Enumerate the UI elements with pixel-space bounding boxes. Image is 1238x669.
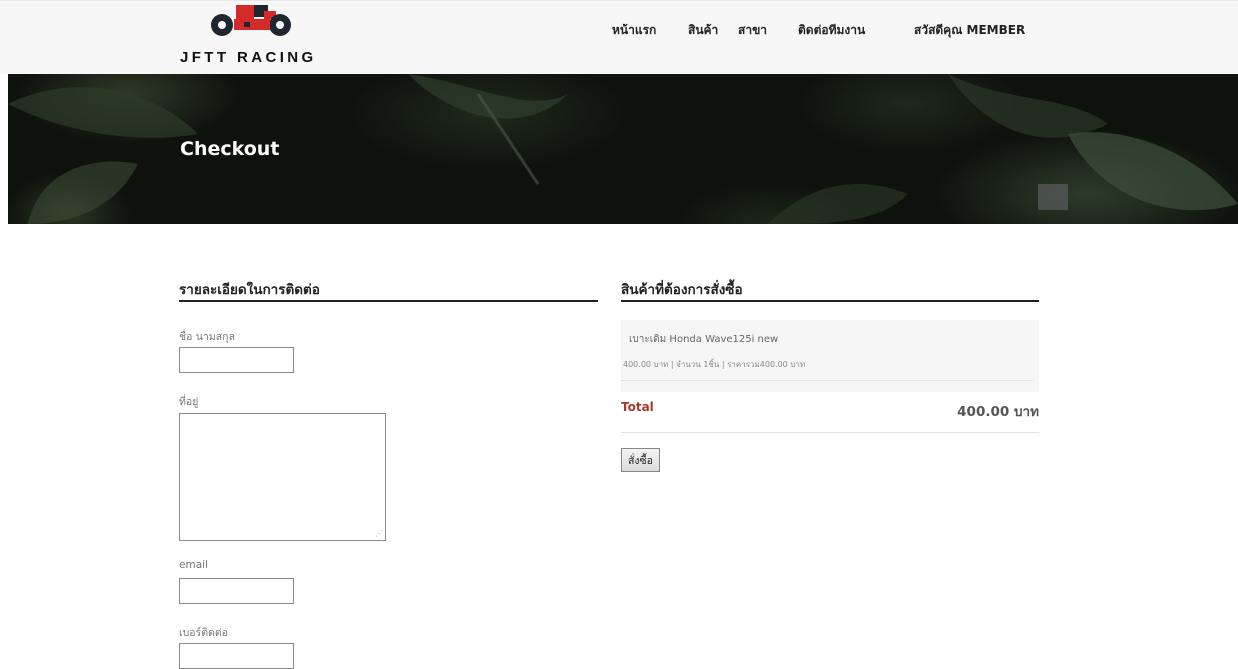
phone-input[interactable] — [179, 643, 294, 669]
hero-banner: Checkout — [8, 74, 1238, 224]
nav-home[interactable]: หน้าแรก — [612, 21, 656, 40]
order-section-title: สินค้าที่ต้องการสั่งซื้อ — [621, 276, 1039, 302]
nav-products[interactable]: สินค้า — [688, 21, 718, 40]
total-value: 400.00 บาท — [957, 404, 1039, 420]
site-logo[interactable]: JFTT RACING — [180, 1, 340, 75]
item-meta: 400.00 บาท | จำนวน 1ชิ้น | ราคารวม400.00… — [623, 360, 806, 369]
nav-contact[interactable]: ติดต่อทีมงาน — [798, 21, 865, 40]
email-input[interactable] — [179, 578, 294, 604]
resize-grip-icon[interactable]: ⋰ — [375, 530, 383, 538]
name-label: ชื่อ นามสกุล — [179, 331, 235, 343]
phone-label: เบอร์ติดต่อ — [179, 627, 228, 639]
logo-text: JFTT RACING — [180, 49, 317, 66]
address-label: ที่อยู่ — [179, 396, 199, 408]
nav-branches[interactable]: สาขา — [738, 21, 767, 40]
place-order-button[interactable]: สั่งซื้อ — [621, 448, 660, 472]
order-item: เบาะเดิม Honda Wave125i new 400.00 บาท |… — [621, 320, 1039, 392]
contact-section-title: รายละเอียดในการติดต่อ — [179, 276, 598, 302]
contact-form: รายละเอียดในการติดต่อ ชื่อ นามสกุล ที่อย… — [179, 276, 598, 669]
address-textarea[interactable]: ⋰ — [179, 413, 386, 541]
divider — [621, 432, 1039, 433]
nav-member[interactable]: สวัสดีคุณ MEMBER — [914, 21, 1025, 40]
site-header: JFTT RACING หน้าแรก สินค้า สาขา ติดต่อที… — [0, 0, 1238, 74]
motorcycle-logo-icon — [211, 5, 291, 36]
order-summary: สินค้าที่ต้องการสั่งซื้อ เบาะเดิม Honda … — [621, 276, 1039, 472]
divider — [621, 380, 1033, 381]
page-title: Checkout — [180, 138, 280, 160]
item-name: เบาะเดิม Honda Wave125i new — [629, 334, 779, 345]
email-label: email — [179, 559, 208, 571]
total-label: Total — [621, 400, 654, 414]
name-input[interactable] — [179, 347, 294, 373]
